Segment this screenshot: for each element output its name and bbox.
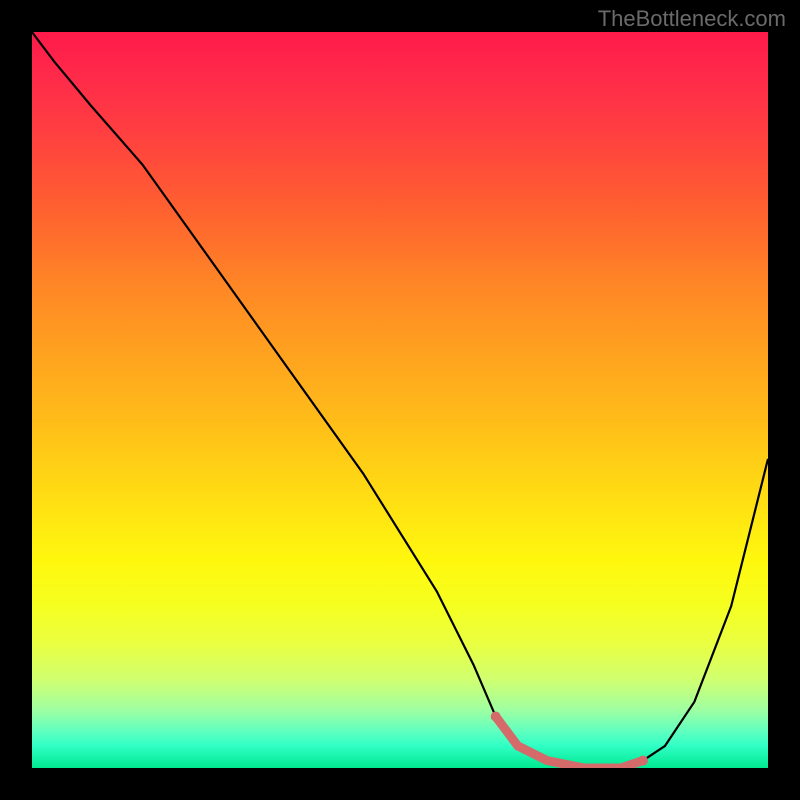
highlight-start-dot (491, 711, 501, 721)
optimal-range-highlight (496, 717, 643, 769)
chart-svg (32, 32, 768, 768)
bottleneck-curve (32, 32, 768, 768)
plot-area (32, 32, 768, 768)
watermark-text: TheBottleneck.com (598, 6, 786, 32)
highlight-end-dot (638, 756, 648, 766)
